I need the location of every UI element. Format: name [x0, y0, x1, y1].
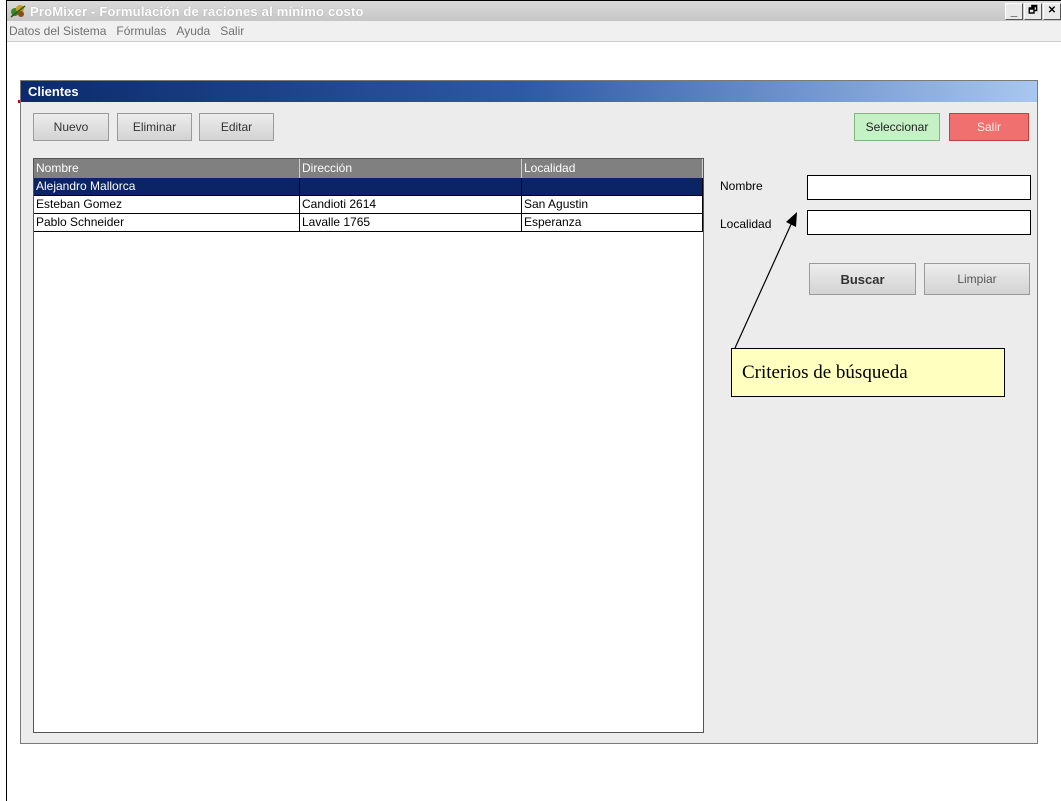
table-row[interactable]: Alejandro Mallorca: [34, 178, 703, 196]
cell-nombre: Esteban Gomez: [34, 196, 300, 213]
cell-direccion: Candioti 2614: [300, 196, 522, 213]
app-icon: [10, 5, 26, 18]
table-row[interactable]: Esteban Gomez Candioti 2614 San Agustin: [34, 196, 703, 214]
cell-localidad: Esperanza: [522, 214, 703, 231]
buscar-button[interactable]: Buscar: [809, 263, 916, 295]
cell-nombre: Alejandro Mallorca: [34, 178, 300, 195]
menu-formulas[interactable]: Fórmulas: [116, 24, 166, 38]
cell-direccion: [300, 178, 522, 195]
app-titlebar: ProMixer - Formulación de raciones al mí…: [7, 1, 1061, 21]
localidad-search-input[interactable]: [807, 210, 1031, 235]
menu-bar: Datos del Sistema Fórmulas Ayuda Salir: [7, 21, 1061, 42]
nombre-search-input[interactable]: [807, 175, 1031, 200]
column-header-nombre[interactable]: Nombre: [34, 159, 300, 178]
seleccionar-button[interactable]: Seleccionar: [854, 113, 940, 141]
clientes-table[interactable]: Nombre Dirección Localidad Alejandro Mal…: [33, 158, 704, 733]
search-criteria-callout: Criterios de búsqueda: [731, 348, 1005, 397]
clientes-window: Clientes Nuevo Eliminar Editar Seleccion…: [20, 80, 1038, 744]
menu-salir[interactable]: Salir: [220, 24, 244, 38]
cell-localidad: [522, 178, 703, 195]
column-header-direccion[interactable]: Dirección: [300, 159, 522, 178]
nombre-label: Nombre: [720, 179, 763, 193]
app-title: ProMixer - Formulación de raciones al mí…: [30, 3, 364, 19]
salir-button[interactable]: Salir: [949, 113, 1029, 141]
window-title: Clientes: [21, 81, 1037, 102]
nuevo-button[interactable]: Nuevo: [33, 113, 109, 141]
cell-localidad: San Agustin: [522, 196, 703, 213]
restore-button[interactable]: 🗗: [1024, 3, 1042, 20]
menu-datos-del-sistema[interactable]: Datos del Sistema: [9, 24, 106, 38]
minimize-button[interactable]: _: [1005, 3, 1023, 20]
close-button[interactable]: ✕: [1043, 3, 1061, 20]
editar-button[interactable]: Editar: [199, 113, 274, 141]
limpiar-button[interactable]: Limpiar: [924, 263, 1030, 295]
localidad-label: Localidad: [720, 217, 772, 231]
menu-ayuda[interactable]: Ayuda: [176, 24, 210, 38]
screen-border-left: [6, 0, 7, 801]
eliminar-button[interactable]: Eliminar: [117, 113, 192, 141]
cell-nombre: Pablo Schneider: [34, 214, 300, 231]
column-header-localidad[interactable]: Localidad: [522, 159, 703, 178]
table-header: Nombre Dirección Localidad: [34, 159, 703, 178]
cell-direccion: Lavalle 1765: [300, 214, 522, 231]
table-row[interactable]: Pablo Schneider Lavalle 1765 Esperanza: [34, 214, 703, 232]
